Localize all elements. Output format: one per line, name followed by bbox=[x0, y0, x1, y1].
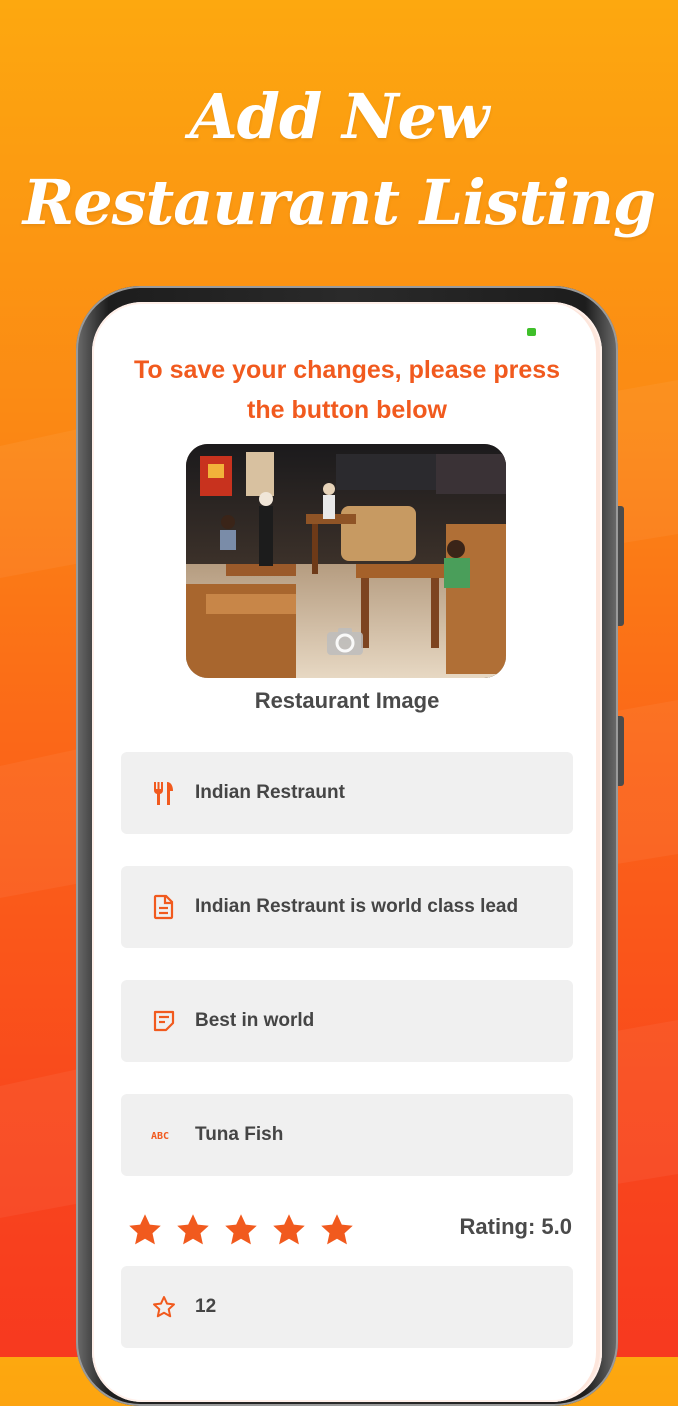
field-value: Best in world bbox=[195, 1010, 315, 1031]
svg-text:ABC: ABC bbox=[151, 1131, 169, 1141]
save-instruction: To save your changes, please press the b… bbox=[133, 356, 561, 424]
star-rating[interactable] bbox=[127, 1212, 355, 1248]
headline-line-2: Restaurant Listing bbox=[22, 166, 657, 239]
restaurant-image[interactable] bbox=[186, 444, 506, 678]
tagline-field[interactable]: Best in world bbox=[121, 980, 573, 1062]
fork-knife-icon bbox=[149, 778, 179, 808]
star-icon[interactable] bbox=[175, 1212, 211, 1248]
cuisine-field[interactable]: ABC Tuna Fish bbox=[121, 1094, 573, 1176]
star-icon[interactable] bbox=[223, 1212, 259, 1248]
star-icon[interactable] bbox=[127, 1212, 163, 1248]
camera-icon bbox=[327, 628, 363, 655]
star-outline-icon bbox=[149, 1292, 179, 1322]
description-field[interactable]: Indian Restraunt is world class lead bbox=[121, 866, 573, 948]
review-count-field[interactable]: 12 bbox=[121, 1266, 573, 1348]
power-button bbox=[618, 716, 624, 786]
promo-headline: Add New Restaurant Listing bbox=[0, 74, 678, 246]
phone-frame: To save your changes, please press the b… bbox=[76, 286, 624, 1406]
field-value: Indian Restraunt bbox=[195, 782, 345, 803]
star-icon[interactable] bbox=[319, 1212, 355, 1248]
document-icon bbox=[149, 892, 179, 922]
field-value: 12 bbox=[195, 1296, 217, 1317]
field-value: Tuna Fish bbox=[195, 1124, 284, 1145]
battery-icon bbox=[527, 328, 536, 336]
star-icon[interactable] bbox=[271, 1212, 307, 1248]
volume-button bbox=[618, 506, 624, 626]
phone-screen: To save your changes, please press the b… bbox=[92, 302, 602, 1402]
abc-icon: ABC bbox=[149, 1120, 179, 1150]
field-value: Indian Restraunt is world class lead bbox=[195, 896, 519, 917]
note-icon bbox=[149, 1006, 179, 1036]
rating-text: Rating: 5.0 bbox=[459, 1214, 572, 1239]
restaurant-name-field[interactable]: Indian Restraunt bbox=[121, 752, 573, 834]
restaurant-image-label: Restaurant Image bbox=[254, 688, 440, 713]
headline-line-1: Add New bbox=[189, 80, 490, 153]
